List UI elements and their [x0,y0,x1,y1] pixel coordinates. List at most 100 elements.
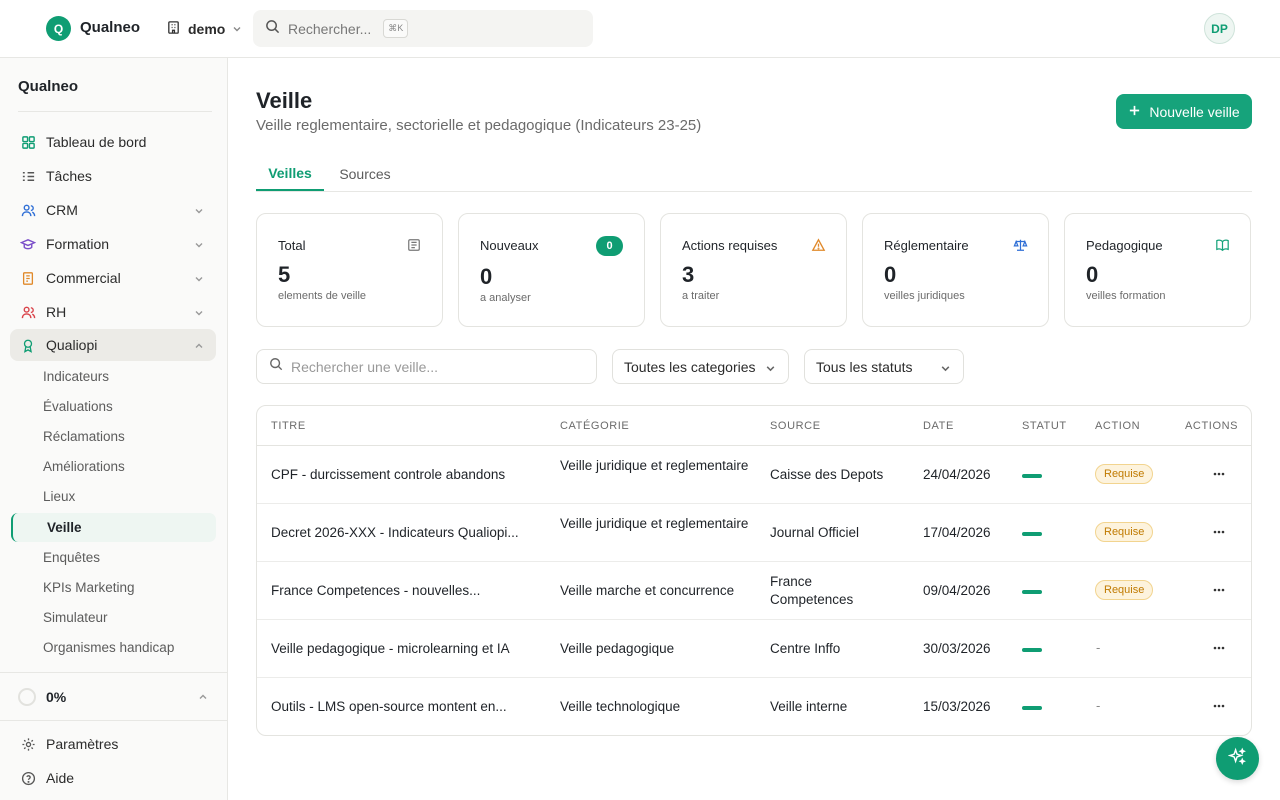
row-title[interactable]: CPF - durcissement controle abandons [271,466,541,484]
table-header: TITRE CATÉGORIE SOURCE DATE STATUT ACTIO… [257,406,1251,446]
sidebar-subitem-veille[interactable]: Veille [11,513,216,542]
org-name: demo [188,21,226,37]
row-source: Journal Officiel [770,525,860,540]
table-row[interactable]: Decret 2026-XXX - Indicateurs Qualiopi..… [257,504,1251,562]
action-badge: Requise [1095,580,1154,600]
more-options-icon[interactable] [1211,582,1227,598]
chevron-up-icon [194,338,204,354]
more-options-icon[interactable] [1211,466,1227,482]
column-header-date[interactable]: DATE [923,420,954,432]
app-logo[interactable]: Q [46,16,71,41]
sidebar-subitem-lieux[interactable]: Lieux [11,482,216,511]
sidebar-item-label: Qualiopi [46,337,98,353]
sidebar-item-formation[interactable]: Formation [10,228,216,260]
tab-bar: Veilles Sources [256,156,1252,192]
sidebar-subitem-organismes-handicap[interactable]: Organismes handicap [11,633,216,662]
status-select[interactable]: Tous les statuts [804,349,964,384]
sidebar-item-aide[interactable]: Aide [10,762,216,794]
sidebar: Qualneo Tableau de bord Tâches CRM Forma… [0,58,228,800]
new-veille-button[interactable]: Nouvelle veille [1116,94,1252,129]
sidebar-subitem-kpis-marketing[interactable]: KPIs Marketing [11,573,216,602]
sidebar-item-rh[interactable]: RH [10,296,216,328]
row-category: Veille juridique et reglementaire [560,516,749,531]
row-date: 24/04/2026 [923,467,991,482]
sidebar-item-label: RH [46,304,67,320]
sidebar-subitem-ameliorations[interactable]: Améliorations [11,452,216,481]
status-indicator [1022,532,1042,536]
column-header-titre[interactable]: TITRE [271,420,306,432]
row-title[interactable]: France Competences - nouvelles... [271,582,541,600]
page-title: Veille [256,88,313,113]
table-row[interactable]: Outils - LMS open-source montent en... V… [257,678,1251,735]
sidebar-item-parametres[interactable]: Paramètres [10,728,216,760]
sidebar-subitem-reclamations[interactable]: Réclamations [11,422,216,451]
chevron-down-icon [194,305,204,321]
status-select-value: Tous les statuts [816,358,913,375]
sidebar-subitem-evaluations[interactable]: Évaluations [11,392,216,421]
category-select[interactable]: Toutes les categories [612,349,789,384]
row-category: Veille marche et concurrence [560,583,735,598]
sidebar-item-crm[interactable]: CRM [10,194,216,226]
sidebar-subitem-enquetes[interactable]: Enquêtes [11,543,216,572]
more-options-icon[interactable] [1211,524,1227,540]
sidebar-item-commercial[interactable]: Commercial [10,262,216,294]
divider [0,672,227,673]
sidebar-title: Qualneo [18,78,79,95]
book-icon [1214,237,1230,253]
ai-assistant-button[interactable] [1216,737,1259,780]
status-indicator [1022,706,1042,710]
users-icon [20,202,36,218]
global-search-placeholder: Rechercher... [288,20,372,37]
category-select-value: Toutes les categories [624,358,756,375]
sidebar-item-label: Tâches [46,168,92,184]
stat-label: Actions requises [682,238,778,253]
row-source: France Competences [770,574,854,607]
row-date: 09/04/2026 [923,583,991,598]
column-header-actions: ACTIONS [1185,420,1239,432]
sidebar-item-tableau-de-bord[interactable]: Tableau de bord [10,126,216,158]
sidebar-subitem-simulateur[interactable]: Simulateur [11,603,216,632]
row-title[interactable]: Decret 2026-XXX - Indicateurs Qualiopi..… [271,524,541,542]
row-source: Veille interne [770,699,848,714]
onboarding-progress[interactable]: 0% [18,686,212,708]
column-header-action[interactable]: ACTION [1095,420,1140,432]
tab-veilles[interactable]: Veilles [256,156,324,191]
tab-sources[interactable]: Sources [328,156,402,191]
sidebar-subitem-indicateurs[interactable]: Indicateurs [11,362,216,391]
global-search[interactable]: Rechercher... ⌘K [253,10,593,47]
warning-icon [810,237,826,253]
stat-value: 3 [682,262,695,287]
sidebar-item-label: Aide [46,770,75,786]
stat-label: Réglementaire [884,238,969,253]
row-title[interactable]: Veille pedagogique - microlearning et IA [271,640,541,658]
column-header-categorie[interactable]: CATÉGORIE [560,420,629,432]
progress-ring-icon [18,688,36,706]
newspaper-icon [406,237,422,253]
row-title[interactable]: Outils - LMS open-source montent en... [271,698,541,716]
user-avatar[interactable]: DP [1204,13,1235,44]
action-badge: Requise [1095,522,1154,542]
column-header-statut[interactable]: STATUT [1022,420,1067,432]
table-row[interactable]: Veille pedagogique - microlearning et IA… [257,620,1251,678]
plus-icon [1128,104,1141,120]
sidebar-item-qualiopi[interactable]: Qualiopi [10,329,216,361]
sidebar-item-taches[interactable]: Tâches [10,160,216,192]
veille-search-input[interactable] [291,358,571,375]
stat-card-actions-requises: Actions requises 3 a traiter [660,213,847,327]
more-options-icon[interactable] [1211,698,1227,714]
column-header-source[interactable]: SOURCE [770,420,821,432]
stat-card-reglementaire: Réglementaire 0 veilles juridiques [862,213,1049,327]
stat-card-total: Total 5 elements de veille [256,213,443,327]
chevron-down-icon [194,237,204,253]
stat-label: Nouveaux [480,238,539,253]
table-row[interactable]: France Competences - nouvelles... Veille… [257,562,1251,620]
table-row[interactable]: CPF - durcissement controle abandons Vei… [257,446,1251,504]
org-switcher[interactable]: demo [166,18,242,40]
gear-icon [20,736,36,752]
more-options-icon[interactable] [1211,640,1227,656]
app-name[interactable]: Qualneo [80,19,140,36]
stat-label: Total [278,238,306,253]
row-date: 30/03/2026 [923,641,991,656]
stat-sub: elements de veille [278,290,367,302]
tasks-list-icon [20,168,36,184]
